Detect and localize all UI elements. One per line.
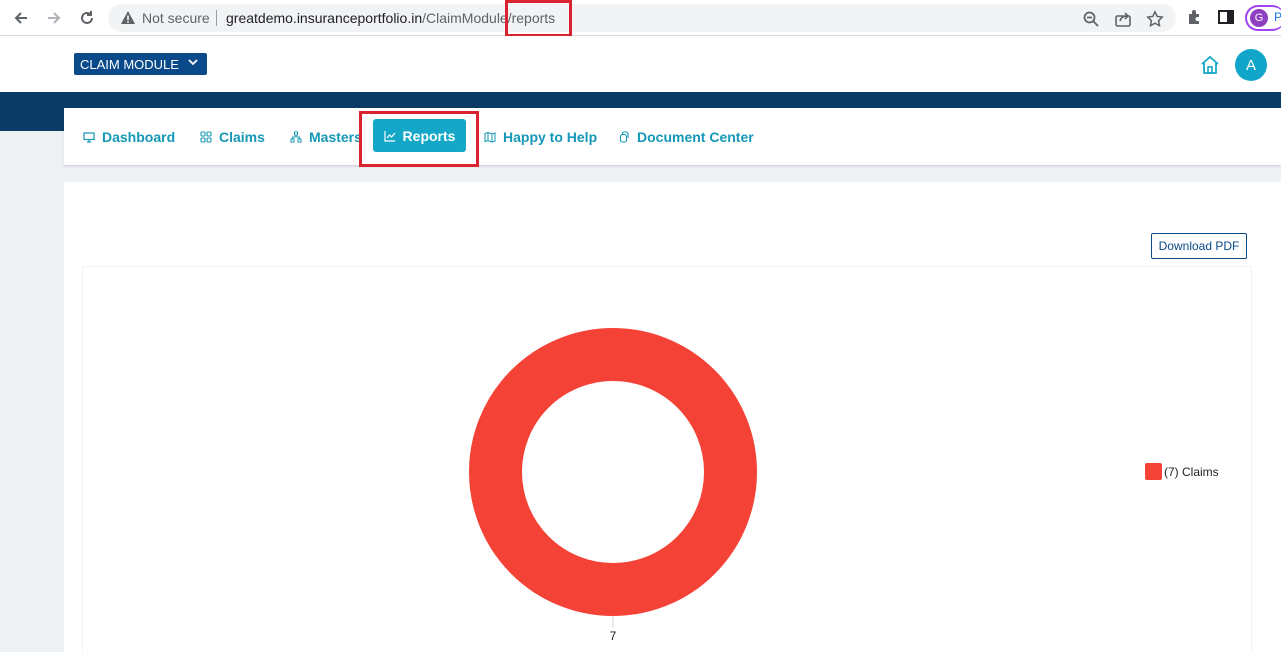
donut-slice-claims[interactable] [469,328,757,616]
chevron-down-icon [187,56,199,71]
home-icon[interactable] [1199,54,1221,76]
grid-icon [200,131,212,143]
profile-label: P [1274,10,1281,24]
tab-happy-to-help[interactable]: Happy to Help [484,128,597,146]
tab-label: Masters [309,129,362,145]
tab-label: Document Center [637,129,754,145]
monitor-icon [83,131,95,143]
copy-icon [618,131,630,143]
download-pdf-button[interactable]: Download PDF [1151,233,1247,259]
zoom-icon[interactable] [1082,10,1100,28]
share-icon[interactable] [1114,10,1132,28]
module-dropdown[interactable]: CLAIM MODULE [74,53,207,75]
omnibox-separator [216,10,217,26]
donut-chart: 7 [469,328,757,643]
tab-masters[interactable]: Masters [290,128,362,146]
tab-dashboard[interactable]: Dashboard [83,128,175,146]
reload-icon[interactable] [75,6,99,30]
browser-toolbar: Not secure greatdemo.insuranceportfolio.… [0,0,1281,37]
data-label: 7 [610,629,617,643]
tab-label: Happy to Help [503,129,598,145]
profile-avatar: G [1250,9,1268,27]
reports-highlight-box [359,111,479,167]
legend-entry: (7) Claims [1164,464,1219,479]
security-status[interactable]: Not secure [142,10,210,26]
tab-label: Claims [219,129,265,145]
donut-chart-card: 7 (7) Claims [82,266,1252,652]
tab-claims[interactable]: Claims [200,128,265,146]
tab-label: Dashboard [102,129,176,145]
forward-arrow-icon[interactable] [42,6,66,30]
hierarchy-icon [290,131,302,143]
address-bar[interactable]: Not secure greatdemo.insuranceportfolio.… [108,4,1176,32]
user-avatar[interactable]: A [1235,49,1267,81]
bookmark-star-icon[interactable] [1146,10,1164,28]
url-host: greatdemo.insuranceportfolio.in [226,10,423,26]
legend-swatch [1145,463,1162,480]
module-tabs: Dashboard Claims Masters Reports Happy t… [64,108,1281,167]
chart-legend[interactable]: (7) Claims [1145,463,1227,480]
back-arrow-icon[interactable] [9,6,33,30]
tab-document-center[interactable]: Document Center [618,128,754,146]
extensions-puzzle-icon[interactable] [1186,8,1206,28]
warning-icon [120,10,136,31]
side-panel-icon[interactable] [1217,8,1237,28]
url-highlight-box [505,0,572,37]
module-label: CLAIM MODULE [80,56,179,72]
map-icon [484,131,496,143]
profile-button[interactable]: G P [1245,5,1281,31]
report-panel: Download PDF 7 (7) Claims [64,182,1281,652]
app-header: CLAIM MODULE A [0,36,1281,92]
